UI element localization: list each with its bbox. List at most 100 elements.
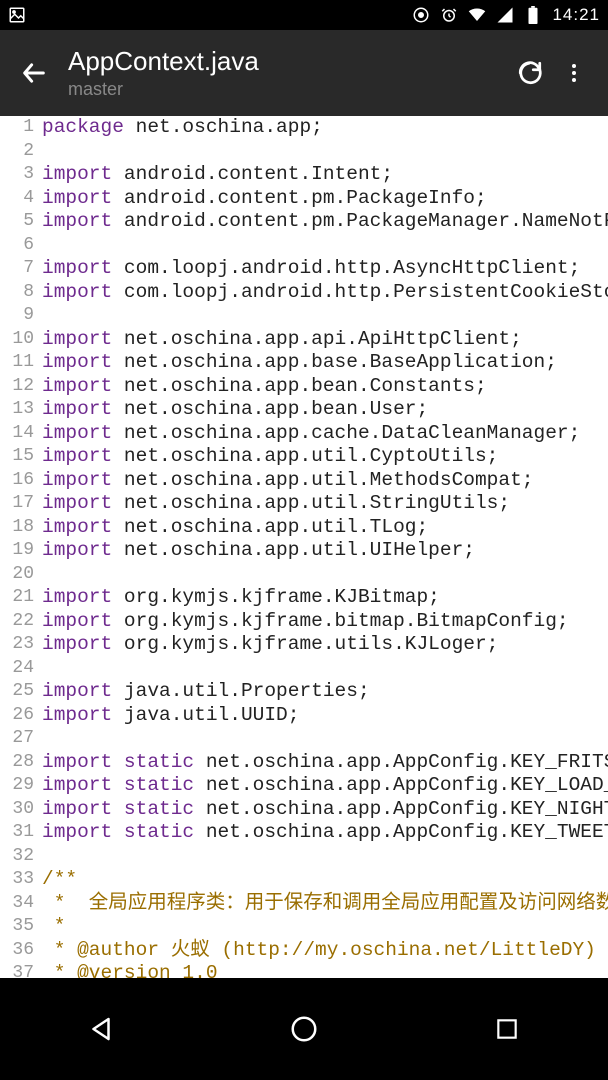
line-content: package net.oschina.app; <box>42 116 608 140</box>
code-line: 7import com.loopj.android.http.AsyncHttp… <box>0 257 608 281</box>
line-number: 33 <box>0 868 42 892</box>
line-number: 7 <box>0 257 42 281</box>
navigation-bar <box>0 978 608 1080</box>
line-number: 17 <box>0 492 42 516</box>
code-line: 19import net.oschina.app.util.UIHelper; <box>0 539 608 563</box>
code-line: 34 * 全局应用程序类：用于保存和调用全局应用配置及访问网络数据 <box>0 892 608 916</box>
sync-icon <box>412 6 430 24</box>
line-number: 12 <box>0 375 42 399</box>
line-content <box>42 727 608 751</box>
line-content: import net.oschina.app.base.BaseApplicat… <box>42 351 608 375</box>
line-content: import net.oschina.app.bean.Constants; <box>42 375 608 399</box>
line-number: 21 <box>0 586 42 610</box>
code-line: 10import net.oschina.app.api.ApiHttpClie… <box>0 328 608 352</box>
back-button[interactable] <box>12 51 56 95</box>
code-line: 18import net.oschina.app.util.TLog; <box>0 516 608 540</box>
line-content: import org.kymjs.kjframe.bitmap.BitmapCo… <box>42 610 608 634</box>
line-number: 16 <box>0 469 42 493</box>
line-number: 9 <box>0 304 42 328</box>
line-number: 20 <box>0 563 42 587</box>
line-number: 15 <box>0 445 42 469</box>
signal-icon <box>496 6 514 24</box>
line-number: 24 <box>0 657 42 681</box>
line-number: 31 <box>0 821 42 845</box>
line-content: import static net.oschina.app.AppConfig.… <box>42 821 608 845</box>
code-line: 33/** <box>0 868 608 892</box>
line-content: import net.oschina.app.api.ApiHttpClient… <box>42 328 608 352</box>
line-number: 34 <box>0 892 42 916</box>
code-line: 15import net.oschina.app.util.CyptoUtils… <box>0 445 608 469</box>
refresh-button[interactable] <box>508 51 552 95</box>
line-content: import net.oschina.app.bean.User; <box>42 398 608 422</box>
line-number: 28 <box>0 751 42 775</box>
code-line: 17import net.oschina.app.util.StringUtil… <box>0 492 608 516</box>
line-content: import static net.oschina.app.AppConfig.… <box>42 774 608 798</box>
line-number: 37 <box>0 962 42 978</box>
line-content: import java.util.Properties; <box>42 680 608 704</box>
line-content: import android.content.pm.PackageInfo; <box>42 187 608 211</box>
code-viewer[interactable]: 1package net.oschina.app;23import androi… <box>0 116 608 978</box>
line-number: 14 <box>0 422 42 446</box>
line-content: import static net.oschina.app.AppConfig.… <box>42 798 608 822</box>
nav-home-button[interactable] <box>282 1007 326 1051</box>
nav-recent-button[interactable] <box>485 1007 529 1051</box>
page-subtitle: master <box>68 79 508 100</box>
line-content: * @author 火蚁 (http://my.oschina.net/Litt… <box>42 939 608 963</box>
battery-icon <box>524 6 542 24</box>
line-number: 18 <box>0 516 42 540</box>
code-line: 23import org.kymjs.kjframe.utils.KJLoger… <box>0 633 608 657</box>
line-content: import net.oschina.app.util.TLog; <box>42 516 608 540</box>
line-content <box>42 657 608 681</box>
status-bar: 14:21 <box>0 0 608 30</box>
line-number: 35 <box>0 915 42 939</box>
line-content: import net.oschina.app.util.UIHelper; <box>42 539 608 563</box>
line-content: * 全局应用程序类：用于保存和调用全局应用配置及访问网络数据 <box>42 892 608 916</box>
alarm-icon <box>440 6 458 24</box>
line-content: import java.util.UUID; <box>42 704 608 728</box>
code-line: 26import java.util.UUID; <box>0 704 608 728</box>
line-number: 32 <box>0 845 42 869</box>
line-number: 36 <box>0 939 42 963</box>
line-number: 29 <box>0 774 42 798</box>
status-clock: 14:21 <box>552 5 600 25</box>
line-number: 19 <box>0 539 42 563</box>
line-content: import org.kymjs.kjframe.utils.KJLoger; <box>42 633 608 657</box>
code-line: 31import static net.oschina.app.AppConfi… <box>0 821 608 845</box>
line-content: * <box>42 915 608 939</box>
nav-back-button[interactable] <box>79 1007 123 1051</box>
line-number: 22 <box>0 610 42 634</box>
line-content <box>42 140 608 164</box>
line-number: 26 <box>0 704 42 728</box>
line-content <box>42 234 608 258</box>
code-line: 8import com.loopj.android.http.Persisten… <box>0 281 608 305</box>
code-line: 2 <box>0 140 608 164</box>
line-content: import com.loopj.android.http.AsyncHttpC… <box>42 257 608 281</box>
line-content: /** <box>42 868 608 892</box>
code-line: 21import org.kymjs.kjframe.KJBitmap; <box>0 586 608 610</box>
code-line: 12import net.oschina.app.bean.Constants; <box>0 375 608 399</box>
line-number: 27 <box>0 727 42 751</box>
app-bar: AppContext.java master <box>0 30 608 116</box>
code-line: 30import static net.oschina.app.AppConfi… <box>0 798 608 822</box>
code-line: 29import static net.oschina.app.AppConfi… <box>0 774 608 798</box>
code-line: 14import net.oschina.app.cache.DataClean… <box>0 422 608 446</box>
line-number: 25 <box>0 680 42 704</box>
code-line: 32 <box>0 845 608 869</box>
line-number: 5 <box>0 210 42 234</box>
line-number: 23 <box>0 633 42 657</box>
code-line: 11import net.oschina.app.base.BaseApplic… <box>0 351 608 375</box>
code-line: 5import android.content.pm.PackageManage… <box>0 210 608 234</box>
line-number: 8 <box>0 281 42 305</box>
line-number: 11 <box>0 351 42 375</box>
line-number: 4 <box>0 187 42 211</box>
code-line: 35 * <box>0 915 608 939</box>
line-content: * @version 1.0 <box>42 962 608 978</box>
more-button[interactable] <box>552 51 596 95</box>
line-content: import net.oschina.app.cache.DataCleanMa… <box>42 422 608 446</box>
line-content: import com.loopj.android.http.Persistent… <box>42 281 608 305</box>
line-content: import android.content.pm.PackageManager… <box>42 210 608 234</box>
line-number: 2 <box>0 140 42 164</box>
code-line: 28import static net.oschina.app.AppConfi… <box>0 751 608 775</box>
line-content <box>42 845 608 869</box>
code-line: 37 * @version 1.0 <box>0 962 608 978</box>
